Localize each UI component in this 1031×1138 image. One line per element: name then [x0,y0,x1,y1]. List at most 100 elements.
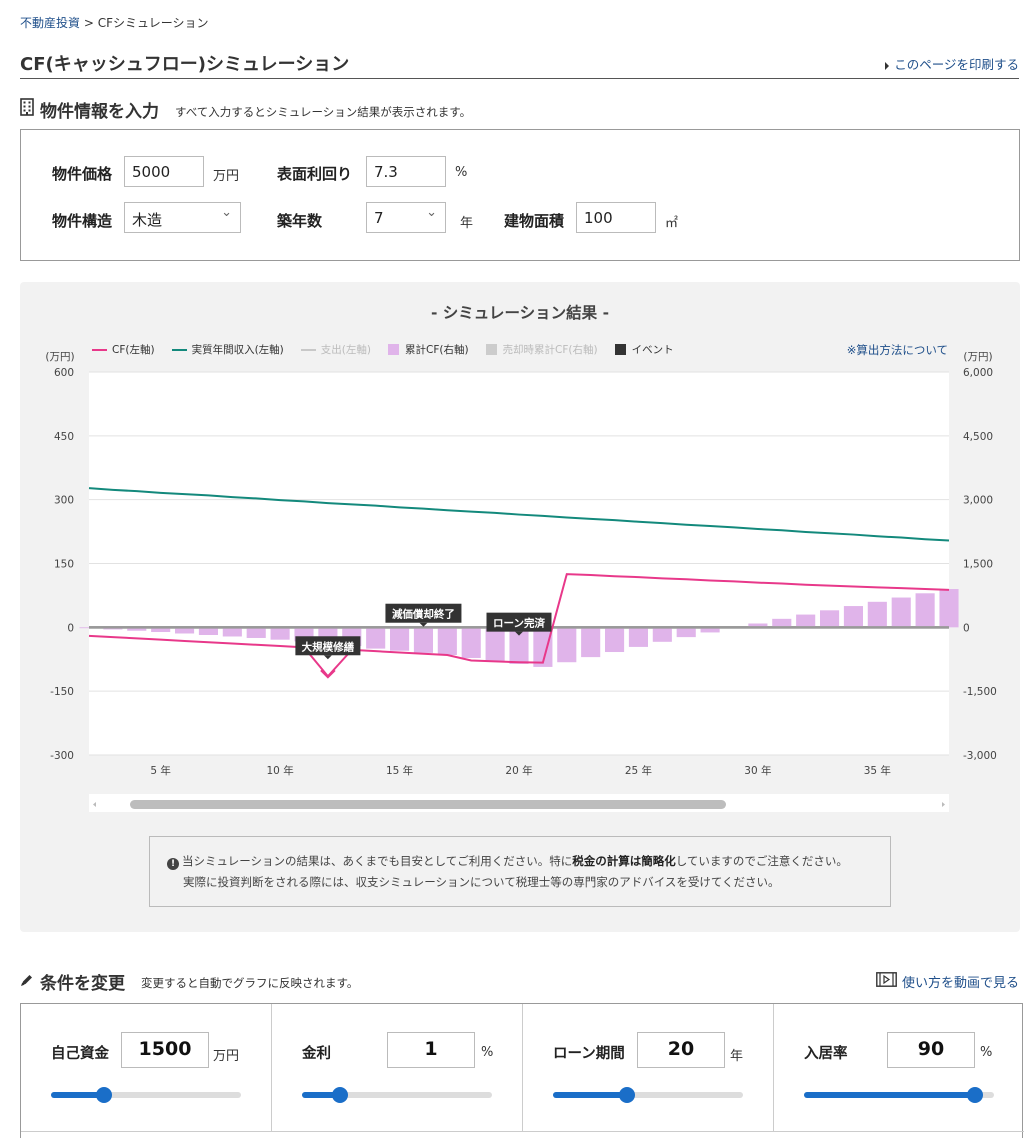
condition-slider[interactable] [804,1087,994,1103]
breadcrumb-current: CFシミュレーション [97,16,209,30]
structure-select-value: 木造 [132,211,163,229]
condition-input[interactable]: 20 [637,1032,725,1068]
conditions-section-title: 条件を変更 [40,974,125,994]
cumulative-cf-bar [413,627,433,653]
condition-unit: % [980,1045,993,1060]
cumulative-cf-bar [246,627,266,638]
y-left-tick-label: 0 [67,622,74,634]
y-right-tick-label: 6,000 [963,367,993,379]
condition-input[interactable]: 1 [387,1032,475,1068]
age-label: 築年数 [277,212,323,230]
x-tick-label: 35 年 [864,764,891,777]
breadcrumb-separator: > [83,16,94,30]
condition-0: 自己資金 1500 万円 [21,1004,272,1131]
event-label: 減価償却終了 [392,608,455,621]
y-left-tick-label: 450 [54,431,74,443]
input-section-subtitle: すべて入力するとシミュレーション結果が表示されます。 [175,105,472,119]
slider-knob[interactable] [332,1087,348,1103]
y-right-tick-label: 0 [963,622,970,634]
condition-label: 金利 [302,1046,331,1062]
condition-input[interactable]: 1500 [121,1032,209,1068]
slider-fill [804,1092,975,1098]
notice-text-1: 当シミュレーションの結果は、あくまでも目安としてご利用ください。特に [182,854,573,868]
notice-text-2: 実際に投資判断をされる際には、収支シミュレーションについて税理士等の専門家のアド… [183,875,780,889]
cumulative-cf-bar [461,627,481,658]
building-icon [20,98,34,121]
area-unit: ㎡ [665,216,679,231]
age-select[interactable]: 7 [366,202,446,233]
slider-knob[interactable] [96,1087,113,1103]
video-icon [876,972,897,991]
breadcrumb: 不動産投資 > CFシミュレーション [20,14,209,31]
condition-label: 自己資金 [51,1046,109,1062]
conditions-panel: 自己資金 1500 万円 金利 1% ローン期間 20 年 入居率 90% [20,1003,1024,1138]
cumulative-cf-bar [605,627,625,653]
simulation-result-panel: - シミュレーション結果 - CF(左軸) 実質年間収入(左軸) 支出(左軸) 累計C… [20,282,1020,932]
condition-slider[interactable] [553,1087,743,1103]
age-unit: 年 [460,216,474,231]
yield-label: 表面利回り [277,165,353,183]
cumulative-cf-bar [366,627,386,649]
slider-knob[interactable] [967,1087,983,1103]
condition-label: ローン期間 [553,1046,625,1062]
pencil-icon [20,972,34,992]
condition-unit: % [481,1045,494,1060]
cashflow-chart: (万円) (万円) 600 6,000 450 4,500 300 3,000 150 1,500… [45,351,997,812]
y-left-tick-label: 300 [54,495,74,507]
y-left-tick-label: -150 [50,686,74,698]
right-axis-unit: (万円) [963,351,992,363]
y-right-tick-label: 3,000 [963,495,993,507]
x-tick-label: 10 年 [267,764,294,777]
cumulative-cf-bar [270,627,290,640]
conditions-section-header: 条件を変更 変更すると自動でグラフに反映されます。 [20,969,358,994]
x-tick-label: 30 年 [744,764,771,777]
slider-knob[interactable] [619,1087,636,1103]
cumulative-cf-bar [820,610,840,628]
info-icon: ! [167,858,179,870]
cumulative-cf-bar [652,627,672,642]
cumulative-cf-bar [581,627,601,658]
event-label: 大規模修繕 [302,640,355,653]
y-left-tick-label: 600 [54,367,74,379]
condition-1: 金利 1% [272,1004,523,1131]
cumulative-cf-bar [843,606,863,628]
input-section-header: 物件情報を入力 すべて入力するとシミュレーション結果が表示されます。 [20,97,471,122]
cumulative-cf-bar [222,627,242,637]
y-left-tick-label: -300 [50,750,74,762]
page-title: CF(キャッシュフロー)シミュレーション [20,54,350,75]
print-page-link[interactable]: このページを印刷する [885,54,1019,73]
y-left-tick-label: 150 [54,559,74,571]
cumulative-cf-bar [390,627,410,651]
cumulative-cf-bar [628,627,648,647]
yield-input[interactable]: 7.3 [366,156,446,187]
chart-scrollbar-thumb[interactable] [130,800,726,809]
price-unit: 万円 [213,169,240,184]
y-right-tick-label: -1,500 [963,686,997,698]
structure-select[interactable]: 木造 [124,202,241,233]
condition-slider[interactable] [51,1087,241,1103]
x-tick-label: 5 年 [150,764,171,777]
left-axis-unit: (万円) [45,351,74,363]
conditions-section-subtitle: 変更すると自動でグラフに反映されます。 [141,975,359,990]
price-input[interactable]: 5000 [124,156,204,187]
condition-label: 入居率 [804,1046,848,1062]
structure-label: 物件構造 [52,212,113,230]
breadcrumb-home-link[interactable]: 不動産投資 [20,16,80,30]
x-tick-label: 25 年 [625,764,652,777]
yield-unit: % [455,165,468,180]
area-input[interactable]: 100 [576,202,656,233]
cumulative-cf-bar [437,627,457,655]
watch-video-link[interactable]: 使い方を動画で見る [876,972,1019,991]
notice-text-1-end: していますのでご注意ください。 [675,854,848,868]
condition-unit: 万円 [213,1049,240,1064]
property-input-panel: 物件価格 5000 万円 表面利回り 7.3 % 物件構造 木造 築年数 7 年… [20,129,1020,261]
conditions-divider [21,1131,1024,1132]
y-right-tick-label: -3,000 [963,750,997,762]
cumulative-cf-bar [557,627,577,663]
age-select-value: 7 [374,209,384,227]
cumulative-cf-bar [676,627,696,638]
condition-input[interactable]: 90 [887,1032,975,1068]
y-right-tick-label: 4,500 [963,431,993,443]
area-label: 建物面積 [504,212,565,230]
condition-slider[interactable] [302,1087,492,1103]
